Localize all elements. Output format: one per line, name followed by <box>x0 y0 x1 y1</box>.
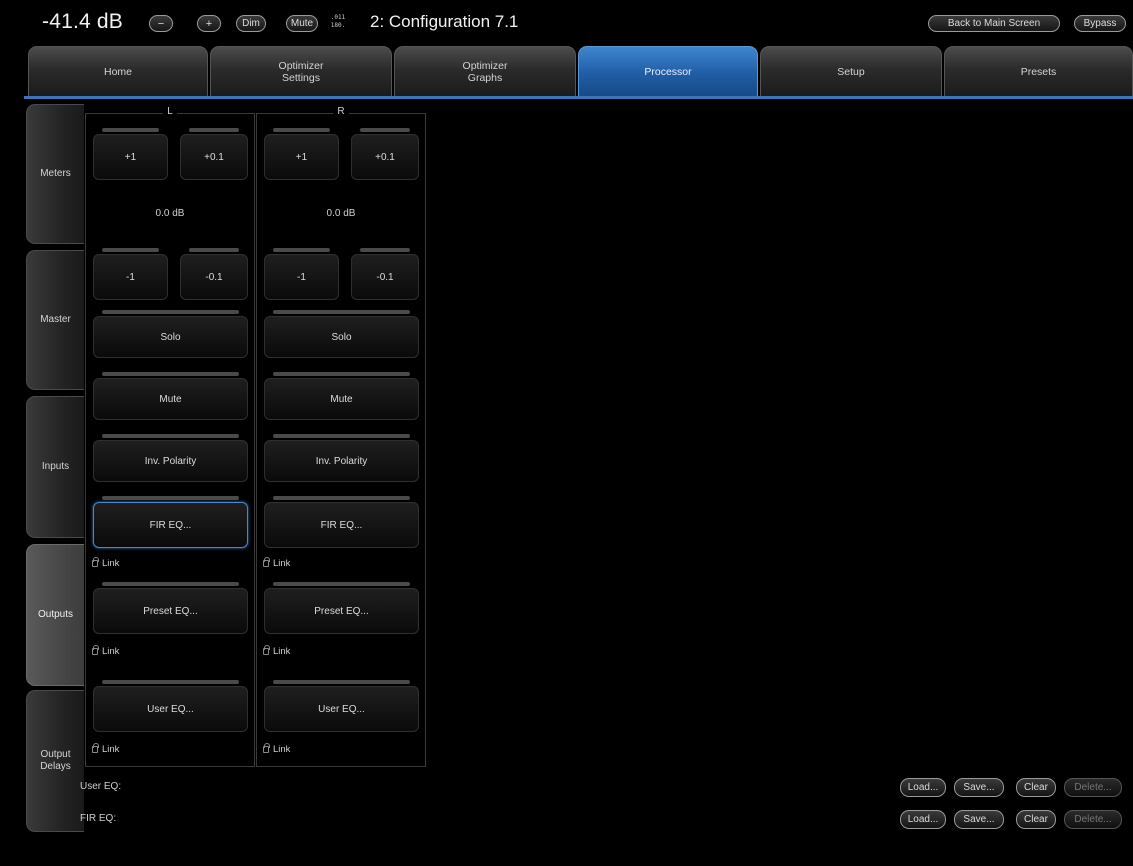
user-eq-load-button[interactable]: Load... <box>900 778 946 797</box>
side-tab-inputs[interactable]: Inputs <box>26 396 84 538</box>
gain-plus-0.1-button[interactable]: +0.1 <box>180 128 248 180</box>
side-tab-outputs[interactable]: Outputs <box>26 544 84 686</box>
gain-plus-0.1-button[interactable]: +0.1 <box>351 128 419 180</box>
fir-eq-delete-button[interactable]: Delete... <box>1064 810 1122 829</box>
solo-button[interactable]: Solo <box>264 310 419 358</box>
preset-eq-link-toggle[interactable]: Link <box>92 645 120 657</box>
channel-column-right: R +1 +0.1 0.0 dB -1 -0.1 Solo Mute Inv. … <box>256 106 426 767</box>
side-tab-outputs-label: Outputs <box>37 609 74 620</box>
lock-icon <box>92 743 99 753</box>
preset-eq-button[interactable]: Preset EQ... <box>264 582 419 634</box>
link-label: Link <box>273 558 291 569</box>
format-indicator: .011 180. <box>328 14 348 32</box>
fir-eq-save-button[interactable]: Save... <box>954 810 1004 829</box>
link-label: Link <box>273 646 291 657</box>
gain-minus-0.1-button[interactable]: -0.1 <box>351 248 419 300</box>
tab-processor[interactable]: Processor <box>578 46 758 96</box>
side-tab-output-delays[interactable]: Output Delays <box>26 690 84 832</box>
user-eq-clear-button[interactable]: Clear <box>1016 778 1056 797</box>
link-label: Link <box>102 744 120 755</box>
fir-eq-button[interactable]: FIR EQ... <box>264 496 419 548</box>
mute-channel-button[interactable]: Mute <box>264 372 419 420</box>
gain-minus-1-button[interactable]: -1 <box>93 248 168 300</box>
format-indicator-bottom: 180. <box>330 22 346 29</box>
fir-eq-load-button[interactable]: Load... <box>900 810 946 829</box>
channel-label: R <box>257 106 425 117</box>
user-eq-button[interactable]: User EQ... <box>93 680 248 732</box>
mute-button[interactable]: Mute <box>286 15 318 32</box>
format-indicator-top: .011 <box>330 14 346 21</box>
tab-optimizer-settings-label-2: Settings <box>282 71 320 84</box>
preset-eq-button[interactable]: Preset EQ... <box>93 582 248 634</box>
user-eq-link-toggle[interactable]: Link <box>92 743 120 755</box>
fir-link-toggle[interactable]: Link <box>92 557 120 569</box>
side-tab-master-label: Master <box>40 314 71 325</box>
gain-value: 0.0 dB <box>326 208 356 219</box>
dim-button[interactable]: Dim <box>236 15 266 32</box>
side-tab-output-delays-label-2: Delays <box>40 761 71 772</box>
lock-icon <box>263 557 270 567</box>
link-label: Link <box>102 558 120 569</box>
side-tab-master[interactable]: Master <box>26 250 84 390</box>
gain-minus-1-button[interactable]: -1 <box>264 248 339 300</box>
user-eq-save-button[interactable]: Save... <box>954 778 1004 797</box>
volume-up-button[interactable]: + <box>197 15 221 32</box>
main-tabs: Home Optimizer Settings Optimizer Graphs… <box>28 46 1133 96</box>
volume-level: -41.4 dB <box>42 10 123 33</box>
link-label: Link <box>102 646 120 657</box>
channel-label-text: L <box>163 106 177 117</box>
gain-value: 0.0 dB <box>155 208 185 219</box>
tab-home[interactable]: Home <box>28 46 208 96</box>
tab-optimizer-graphs[interactable]: Optimizer Graphs <box>394 46 576 96</box>
back-to-main-button[interactable]: Back to Main Screen <box>928 15 1060 32</box>
mute-channel-button[interactable]: Mute <box>93 372 248 420</box>
tab-home-label: Home <box>103 65 132 78</box>
link-label: Link <box>273 744 291 755</box>
side-tab-meters-label: Meters <box>40 168 71 179</box>
tab-underline <box>24 96 1133 99</box>
volume-down-button[interactable]: − <box>149 15 173 32</box>
tab-optimizer-settings-label-1: Optimizer <box>278 59 324 72</box>
lock-icon <box>263 645 270 655</box>
user-eq-preset-label: User EQ: <box>80 781 122 792</box>
user-eq-button[interactable]: User EQ... <box>264 680 419 732</box>
user-eq-delete-button[interactable]: Delete... <box>1064 778 1122 797</box>
tab-optimizer-settings[interactable]: Optimizer Settings <box>210 46 392 96</box>
fir-link-toggle[interactable]: Link <box>263 557 291 569</box>
gain-minus-0.1-button[interactable]: -0.1 <box>180 248 248 300</box>
tab-processor-label: Processor <box>644 65 692 78</box>
lock-icon <box>92 557 99 567</box>
side-tab-meters[interactable]: Meters <box>26 104 84 244</box>
invert-polarity-button[interactable]: Inv. Polarity <box>264 434 419 482</box>
side-tab-output-delays-text: Output Delays <box>40 749 71 773</box>
gain-plus-1-button[interactable]: +1 <box>93 128 168 180</box>
user-eq-link-toggle[interactable]: Link <box>263 743 291 755</box>
lock-icon <box>263 743 270 753</box>
configuration-title: 2: Configuration 7.1 <box>370 12 519 31</box>
fir-eq-preset-label: FIR EQ: <box>80 813 117 824</box>
tab-presets[interactable]: Presets <box>944 46 1133 96</box>
invert-polarity-button[interactable]: Inv. Polarity <box>93 434 248 482</box>
fir-eq-button[interactable]: FIR EQ... <box>93 496 248 548</box>
tab-setup[interactable]: Setup <box>760 46 942 96</box>
tab-optimizer-graphs-label-2: Graphs <box>467 71 503 84</box>
channel-label-text: R <box>333 106 349 117</box>
side-tab-inputs-label: Inputs <box>41 461 70 472</box>
gain-plus-1-button[interactable]: +1 <box>264 128 339 180</box>
lock-icon <box>92 645 99 655</box>
tab-presets-label: Presets <box>1020 65 1057 78</box>
preset-eq-link-toggle[interactable]: Link <box>263 645 291 657</box>
fir-eq-clear-button[interactable]: Clear <box>1016 810 1056 829</box>
bypass-button[interactable]: Bypass <box>1074 15 1126 32</box>
tab-setup-label: Setup <box>837 65 865 78</box>
solo-button[interactable]: Solo <box>93 310 248 358</box>
tab-optimizer-graphs-label-1: Optimizer <box>462 59 508 72</box>
top-bar: -41.4 dB − + Dim Mute .011 180. 2: Confi… <box>0 0 1133 44</box>
channel-column-left: L +1 +0.1 0.0 dB -1 -0.1 Solo Mute Inv. … <box>85 106 255 767</box>
channel-label: L <box>86 106 254 117</box>
side-tab-output-delays-label-1: Output <box>40 749 71 760</box>
